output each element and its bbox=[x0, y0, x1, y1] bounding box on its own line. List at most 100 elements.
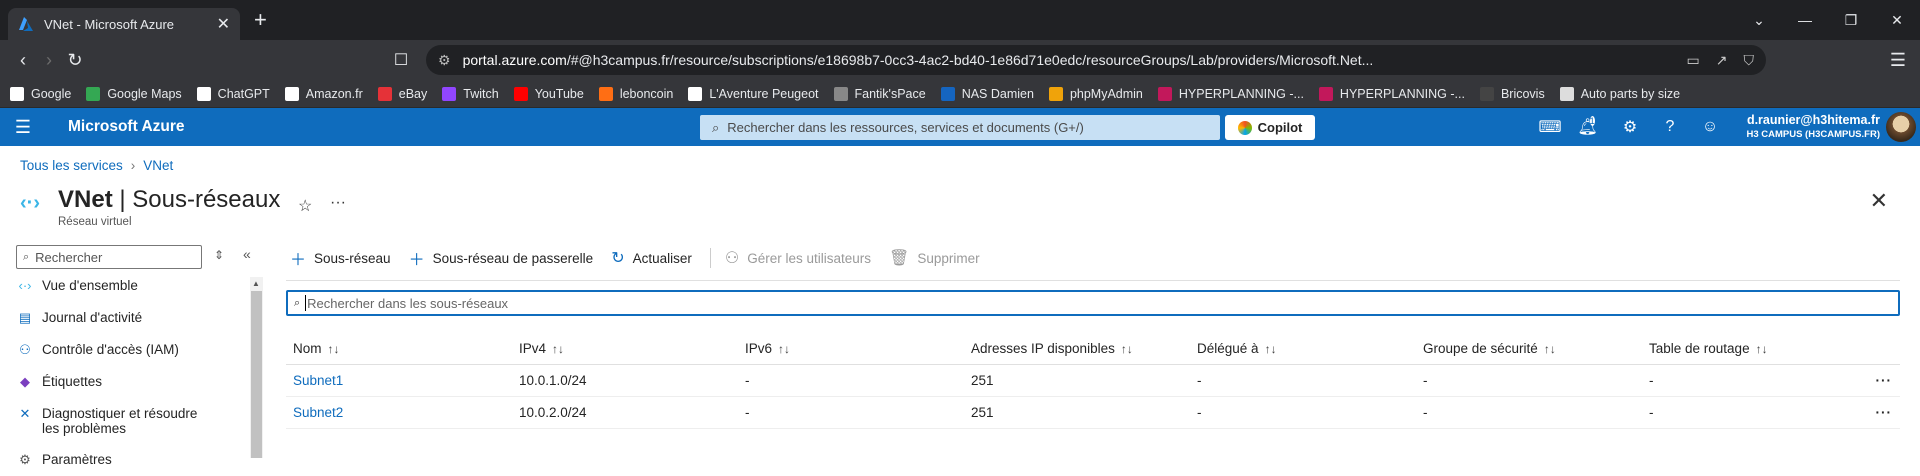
sort-icon[interactable]: ↑↓ bbox=[778, 342, 790, 356]
column-header[interactable]: IPv6 ↑↓ bbox=[738, 334, 964, 365]
site-info-icon[interactable]: ⚙ bbox=[438, 52, 451, 69]
global-search-input[interactable]: ⌕ Rechercher dans les ressources, servic… bbox=[700, 115, 1220, 140]
browser-tab[interactable]: VNet - Microsoft Azure ✕ bbox=[8, 8, 240, 40]
subnet-link[interactable]: Subnet2 bbox=[293, 405, 343, 420]
bookmark-favicon-icon bbox=[513, 86, 528, 101]
bookmark-item[interactable]: Auto parts by size bbox=[1559, 86, 1680, 101]
close-blade-icon[interactable]: ✕ bbox=[1870, 188, 1888, 214]
close-window-icon[interactable]: ✕ bbox=[1874, 12, 1920, 29]
bookmark-item[interactable]: Amazon.fr bbox=[284, 86, 363, 101]
sort-icon[interactable]: ↑↓ bbox=[1544, 342, 1556, 356]
cloud-shell-icon[interactable]: ⌨ bbox=[1530, 117, 1570, 137]
forward-icon[interactable]: › bbox=[36, 50, 62, 71]
bookmark-item[interactable]: eBay bbox=[377, 86, 427, 101]
bookmark-item[interactable]: leboncoin bbox=[598, 86, 673, 101]
sort-icon[interactable]: ↑↓ bbox=[1265, 342, 1277, 356]
sidebar-scrollbar[interactable]: ▲ bbox=[250, 277, 263, 458]
collapse-sidebar-icon[interactable]: « bbox=[243, 246, 251, 262]
bookmark-item[interactable]: Google Maps bbox=[86, 86, 182, 101]
sort-icon[interactable]: ↑↓ bbox=[1756, 342, 1768, 356]
column-header[interactable]: Nom ↑↓ bbox=[286, 334, 512, 365]
refresh-label: Actualiser bbox=[632, 250, 692, 266]
tag-icon: ◆ bbox=[20, 374, 30, 389]
help-icon[interactable]: ? bbox=[1650, 118, 1690, 136]
sidebar-item[interactable]: ▤ Journal d'activité bbox=[16, 310, 251, 342]
account-menu[interactable]: d.raunier@h3hitema.fr H3 CAMPUS (H3CAMPU… bbox=[1746, 113, 1880, 140]
column-header-label: Table de routage bbox=[1649, 341, 1750, 357]
sidebar-item[interactable]: ◆ Étiquettes bbox=[16, 374, 251, 406]
close-tab-icon[interactable]: ✕ bbox=[217, 14, 230, 34]
menu-icon[interactable]: ☰ bbox=[1890, 50, 1906, 71]
sort-icon[interactable]: ↑↓ bbox=[328, 342, 340, 356]
column-header[interactable]: Adresses IP disponibles ↑↓ bbox=[964, 334, 1190, 365]
settings-icon: ⚙ bbox=[19, 452, 31, 467]
notifications-icon[interactable]: 🔔︎1 bbox=[1570, 116, 1610, 137]
sidebar-item-label: Diagnostiquer et résoudre les problèmes bbox=[42, 406, 198, 436]
reload-icon[interactable]: ↻ bbox=[62, 50, 88, 71]
bookmark-item[interactable]: L'Aventure Peugeot bbox=[688, 86, 819, 101]
bookmark-item[interactable]: phpMyAdmin bbox=[1048, 86, 1143, 101]
add-subnet-button[interactable]: ＋ Sous-réseau bbox=[290, 246, 391, 270]
sidebar-search-input[interactable]: ⌕ Rechercher bbox=[16, 245, 202, 269]
column-header[interactable]: Table de routage ↑↓ bbox=[1642, 334, 1868, 365]
sidebar-item[interactable]: ‹·› Vue d'ensemble bbox=[16, 278, 251, 310]
bookmark-icon[interactable]: ☐ bbox=[388, 50, 414, 70]
brave-shield-icon[interactable]: ⛉ bbox=[1744, 52, 1755, 69]
bookmark-item[interactable]: HYPERPLANNING -... bbox=[1157, 86, 1304, 101]
column-header[interactable]: IPv4 ↑↓ bbox=[512, 334, 738, 365]
refresh-button[interactable]: ↻ Actualiser bbox=[611, 248, 692, 268]
share-icon[interactable]: ↗ bbox=[1716, 52, 1728, 69]
table-cell[interactable]: Subnet2 bbox=[286, 396, 512, 429]
restore-icon[interactable]: ❐ bbox=[1828, 12, 1874, 29]
feedback-icon[interactable]: ☺ bbox=[1690, 118, 1730, 136]
page-header: ‹·› VNet | Sous-réseaux Réseau virtuel bbox=[20, 186, 280, 228]
azure-brand[interactable]: Microsoft Azure bbox=[68, 118, 185, 136]
subnet-link[interactable]: Subnet1 bbox=[293, 373, 343, 388]
scroll-up-icon[interactable]: ▲ bbox=[252, 279, 260, 288]
manage-users-button[interactable]: ⚇ Gérer les utilisateurs bbox=[725, 248, 871, 268]
table-row[interactable]: Subnet2 10.0.2.0/24 - 251 - - - ··· bbox=[286, 396, 1900, 429]
portal-menu-icon[interactable]: ☰ bbox=[0, 117, 46, 138]
bookmark-item[interactable]: YouTube bbox=[513, 86, 584, 101]
breadcrumb-all-services[interactable]: Tous les services bbox=[20, 158, 123, 173]
bookmark-item[interactable]: Twitch bbox=[442, 86, 499, 101]
cast-icon[interactable]: ▭ bbox=[1687, 52, 1700, 69]
column-header[interactable]: Groupe de sécurité ↑↓ bbox=[1416, 334, 1642, 365]
minimize-icon[interactable]: — bbox=[1782, 12, 1828, 28]
copilot-button[interactable]: Copilot bbox=[1225, 115, 1315, 140]
bookmark-item[interactable]: Bricovis bbox=[1479, 86, 1545, 101]
bookmark-item[interactable]: NAS Damien bbox=[940, 86, 1034, 101]
more-options-icon[interactable]: ··· bbox=[330, 194, 346, 212]
column-header[interactable]: Délégué à ↑↓ bbox=[1190, 334, 1416, 365]
delete-button[interactable]: 🗑︎ Supprimer bbox=[889, 248, 980, 268]
add-gateway-subnet-button[interactable]: ＋ Sous-réseau de passerelle bbox=[409, 246, 594, 270]
back-icon[interactable]: ‹ bbox=[10, 50, 36, 71]
bookmark-item[interactable]: ChatGPT bbox=[196, 86, 270, 101]
bookmark-item[interactable]: HYPERPLANNING -... bbox=[1318, 86, 1465, 101]
url-field[interactable]: ⚙ portal.azure.com/#@h3campus.fr/resourc… bbox=[426, 45, 1766, 75]
sort-icon[interactable]: ↑↓ bbox=[1121, 342, 1133, 356]
bookmark-item[interactable]: Google bbox=[10, 86, 71, 101]
tab-search-icon[interactable]: ⌄ bbox=[1736, 12, 1782, 29]
settings-icon[interactable]: ⚙ bbox=[1610, 117, 1650, 137]
bookmark-item[interactable]: Fantik'sPace bbox=[833, 86, 926, 101]
breadcrumb-vnet[interactable]: VNet bbox=[143, 158, 173, 173]
table-cell[interactable]: Subnet1 bbox=[286, 364, 512, 397]
avatar[interactable] bbox=[1886, 112, 1916, 142]
new-tab-icon[interactable]: + bbox=[254, 7, 267, 33]
search-icon: ⌕ bbox=[294, 296, 301, 309]
table-row[interactable]: Subnet1 10.0.1.0/24 - 251 - - - ··· bbox=[286, 364, 1900, 397]
favorite-star-icon[interactable]: ☆ bbox=[298, 196, 312, 216]
sidebar-item[interactable]: ⚇ Contrôle d'accès (IAM) bbox=[16, 342, 251, 374]
subnet-search-input[interactable]: ⌕ Rechercher dans les sous-réseaux bbox=[286, 290, 1900, 316]
row-more-icon[interactable]: ··· bbox=[1868, 364, 1900, 397]
row-more-icon[interactable]: ··· bbox=[1868, 396, 1900, 429]
sidebar-item[interactable]: ✕ Diagnostiquer et résoudre les problèmes bbox=[16, 406, 251, 452]
url-host: portal.azure.com bbox=[462, 52, 567, 68]
table-cell: 251 bbox=[964, 364, 1190, 397]
sidebar-item[interactable]: ⚙ Paramètres bbox=[16, 452, 251, 476]
bookmark-favicon-icon bbox=[1318, 86, 1333, 101]
scrollbar-thumb[interactable] bbox=[251, 291, 262, 458]
expand-collapse-icon[interactable]: ⇕ bbox=[214, 248, 224, 262]
sort-icon[interactable]: ↑↓ bbox=[552, 342, 564, 356]
